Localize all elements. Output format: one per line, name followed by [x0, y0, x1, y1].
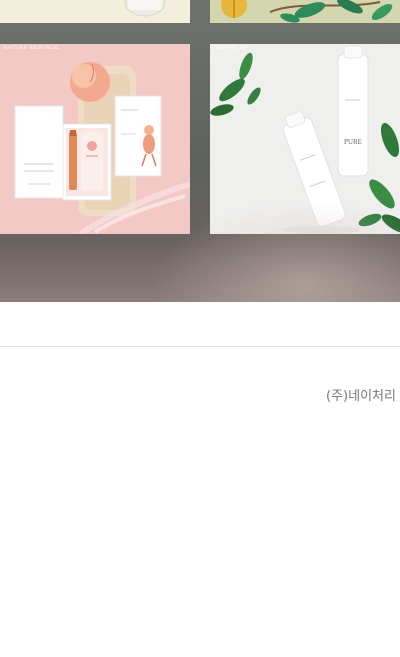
- product-gallery: NATURE REPUBLIC PURE NATURE RE: [0, 0, 400, 302]
- gallery-item-3[interactable]: NATURE REPUBLIC: [0, 44, 190, 234]
- product-image: [0, 44, 190, 234]
- gallery-item-1[interactable]: [0, 0, 190, 23]
- pure-label: PURE: [344, 138, 362, 146]
- gallery-item-2[interactable]: [210, 0, 400, 23]
- product-image: [210, 0, 400, 23]
- brand-watermark: NATURE RE: [213, 45, 248, 51]
- footer-divider: [0, 346, 400, 347]
- gallery-item-4[interactable]: PURE NATURE RE: [210, 44, 400, 234]
- product-image: [0, 0, 190, 23]
- company-name: (주)네이처리: [326, 389, 396, 404]
- product-image: PURE: [210, 44, 400, 234]
- brand-watermark: NATURE REPUBLIC: [3, 45, 60, 51]
